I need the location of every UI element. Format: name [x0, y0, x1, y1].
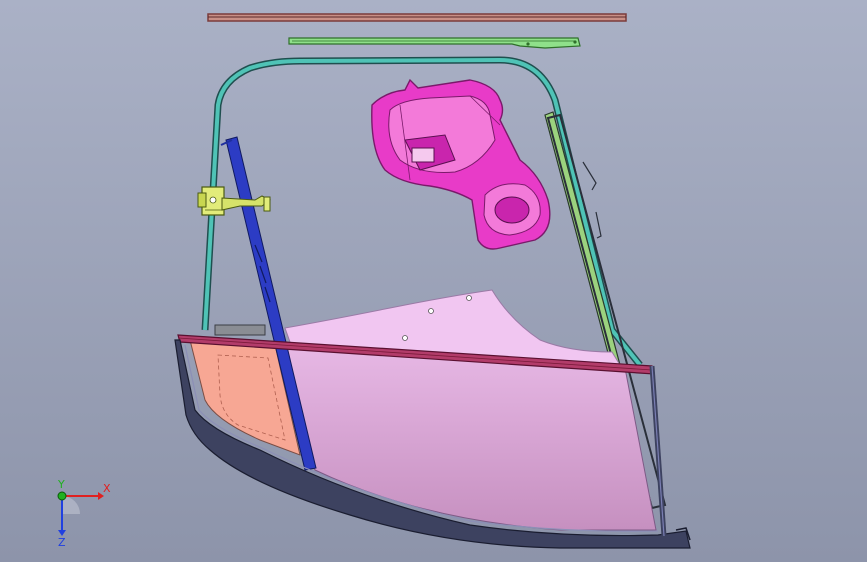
hinge-cover-part[interactable] — [214, 324, 266, 336]
upper-bracket-part[interactable] — [288, 37, 581, 49]
y-axis-dot — [57, 491, 67, 501]
orientation-triad: X Y Z — [57, 478, 111, 548]
y-axis-label: Y — [57, 478, 65, 491]
top-rail-part[interactable] — [207, 13, 627, 22]
lock-mechanism-part[interactable] — [197, 186, 271, 216]
cad-viewport[interactable]: X Y Z — [0, 0, 867, 562]
door-assembly-model[interactable] — [0, 0, 867, 562]
mirror-bracket-part[interactable] — [371, 78, 551, 250]
x-axis-label: X — [103, 482, 111, 495]
z-axis-label: Z — [58, 536, 66, 548]
